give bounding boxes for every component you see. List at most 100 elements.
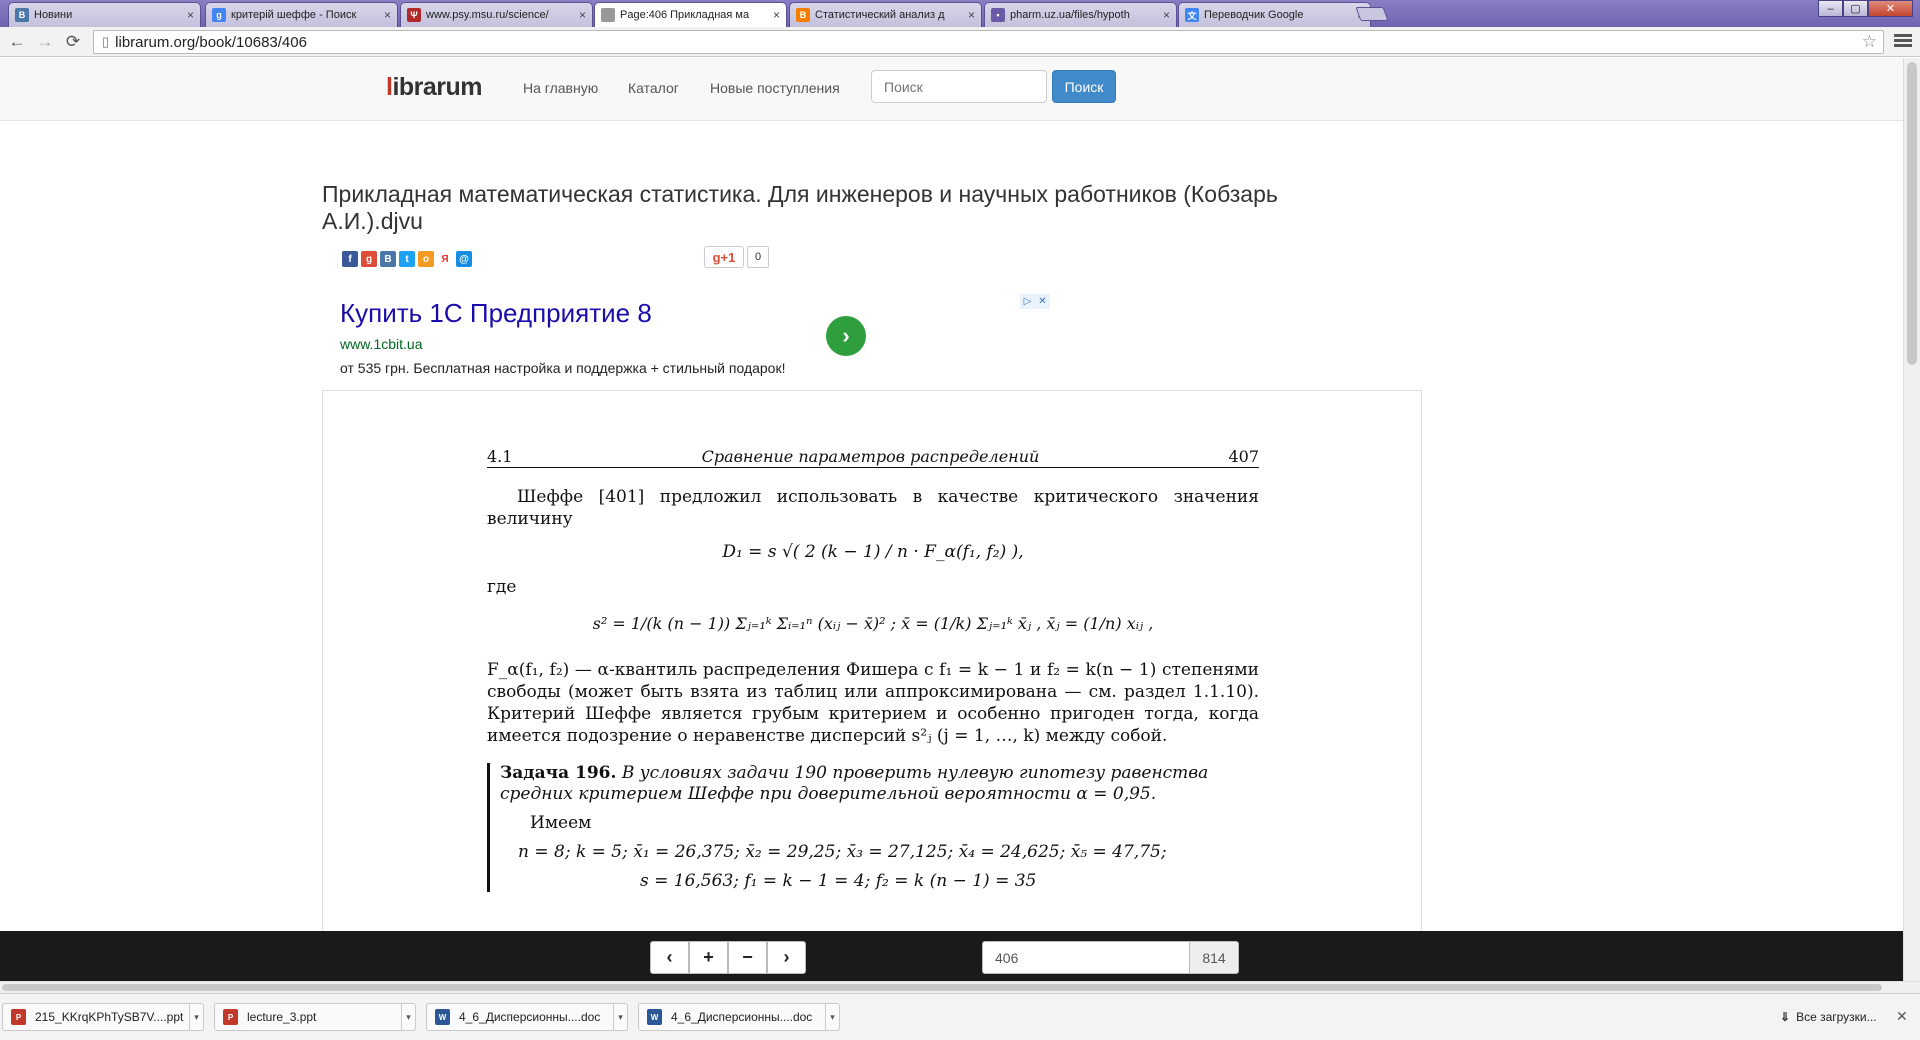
browser-tab[interactable]: 文Переводчик Google× xyxy=(1178,2,1371,27)
tab-close-icon[interactable]: × xyxy=(384,8,391,22)
prev-page-icon[interactable]: ‹ xyxy=(650,941,689,974)
vkontakte-icon[interactable]: B xyxy=(380,251,396,267)
browser-tab[interactable]: g критерій шеффе - Поиск × xyxy=(205,2,398,27)
section-number: 4.1 xyxy=(487,447,513,466)
nav-home-link[interactable]: На главную xyxy=(523,80,598,96)
mailru-icon[interactable]: @ xyxy=(456,251,472,267)
page-number-input[interactable]: 406 xyxy=(982,941,1190,974)
problem-block: Задача 196. В условиях задачи 190 провер… xyxy=(487,763,1259,892)
ad-choices-icon[interactable]: ▷ xyxy=(1020,294,1035,309)
doc-file-icon: W xyxy=(647,1009,662,1025)
document-page: 4.1 Сравнение параметров распределений 4… xyxy=(322,390,1422,981)
chevron-down-icon[interactable]: ▾ xyxy=(613,1004,627,1030)
zoom-out-icon[interactable]: − xyxy=(728,941,767,974)
doc-file-icon: W xyxy=(435,1009,450,1025)
ad-title[interactable]: Купить 1С Предприятие 8 xyxy=(340,298,652,329)
site-icon: ▪ xyxy=(991,8,1005,22)
search-input[interactable] xyxy=(871,70,1047,103)
address-url: librarum.org/book/10683/406 xyxy=(115,33,307,51)
facebook-icon[interactable]: f xyxy=(342,251,358,267)
site-navbar: librarum На главную Каталог Новые поступ… xyxy=(0,58,1903,121)
browser-tab[interactable]: В Новини × xyxy=(8,2,201,27)
tab-title: Page:406 Прикладная ма xyxy=(620,9,750,21)
ad-close-icon[interactable]: ✕ xyxy=(1035,294,1050,309)
all-downloads-link[interactable]: ⇓ Все загрузки... xyxy=(1780,1010,1877,1024)
bookmark-star-icon[interactable]: ☆ xyxy=(1862,32,1877,52)
next-page-icon[interactable]: › xyxy=(767,941,806,974)
scrollbar-thumb[interactable] xyxy=(1907,62,1917,365)
google-plus-one-button[interactable]: g+1 xyxy=(704,246,744,268)
download-item[interactable]: Plecture_3.ppt ▾ xyxy=(214,1003,416,1031)
site-logo[interactable]: librarum xyxy=(386,73,483,102)
ad-url[interactable]: www.1cbit.ua xyxy=(340,336,422,352)
google-plus-icon[interactable]: g xyxy=(361,251,377,267)
new-tab-button[interactable] xyxy=(1355,7,1389,21)
downloads-shelf: P 215_KKrqKPhTySB7V....ppt ▾ Plecture_3.ppt… xyxy=(0,993,1920,1040)
page-number: 407 xyxy=(1228,447,1259,466)
paragraph: где xyxy=(487,577,517,597)
download-filename: lecture_3.ppt xyxy=(247,1010,317,1024)
formula: D₁ = s √( 2 (k − 1) / n · F_α(f₁, f₂) ), xyxy=(722,542,1024,562)
page-scan: 4.1 Сравнение параметров распределений 4… xyxy=(487,447,1259,892)
menu-icon[interactable] xyxy=(1894,32,1912,50)
google-icon: g xyxy=(212,8,226,22)
tab-close-icon[interactable]: × xyxy=(1163,8,1170,22)
browser-tab[interactable]: Ψwww.psy.msu.ru/science/ × xyxy=(400,2,593,27)
tab-strip: В Новини × g критерій шеффе - Поиск × Ψwww.psy… xyxy=(0,0,1920,27)
address-bar[interactable]: ▯ librarum.org/book/10683/406 ☆ xyxy=(93,30,1884,54)
tab-close-icon[interactable]: × xyxy=(773,8,780,22)
horizontal-scrollbar[interactable] xyxy=(0,981,1920,993)
google-plus-count: 0 xyxy=(747,246,769,268)
share-icons: f g Bt o Я @ xyxy=(342,251,472,267)
paragraph: Имеем xyxy=(530,813,592,833)
chevron-down-icon[interactable]: ▾ xyxy=(189,1004,203,1030)
close-icon[interactable]: ✕ xyxy=(1896,1008,1908,1025)
forward-icon[interactable]: → xyxy=(34,31,56,53)
minimize-button[interactable]: – xyxy=(1818,0,1843,17)
download-filename: 4_6_Дисперсионны....doc xyxy=(671,1010,813,1024)
chevron-down-icon[interactable]: ▾ xyxy=(825,1004,839,1030)
browser-tab[interactable]: B Статистический анализ д × xyxy=(789,2,982,27)
ppt-file-icon: P xyxy=(11,1009,26,1025)
advertisement[interactable]: Купить 1С Предприятие 8 www.1cbit.ua от … xyxy=(322,294,1050,384)
viewer-controls: ‹ + − › 406 814 xyxy=(0,931,1903,981)
reload-icon[interactable]: ⟳ xyxy=(62,31,84,53)
paragraph: F_α(f₁, f₂) — α-квантиль распределения Ф… xyxy=(487,660,1259,746)
tab-title: критерій шеффе - Поиск xyxy=(231,9,357,21)
scrollbar-thumb[interactable] xyxy=(2,984,1882,991)
tab-close-icon[interactable]: × xyxy=(187,8,194,22)
browser-toolbar: ← → ⟳ ▯ librarum.org/book/10683/406 ☆ xyxy=(0,27,1920,57)
ad-choices[interactable]: ▷ ✕ xyxy=(1020,294,1050,309)
tab-close-icon[interactable]: × xyxy=(579,8,586,22)
chevron-down-icon[interactable]: ▾ xyxy=(401,1004,415,1030)
browser-tab[interactable]: Page:406 Прикладная ма × xyxy=(594,2,787,27)
ad-arrow-icon[interactable]: › xyxy=(826,316,866,356)
tab-close-icon[interactable]: × xyxy=(968,8,975,22)
download-filename: 215_KKrqKPhTySB7V....ppt xyxy=(35,1010,184,1024)
twitter-icon[interactable]: t xyxy=(399,251,415,267)
back-icon[interactable]: ← xyxy=(6,31,28,53)
download-item[interactable]: W 4_6_Дисперсионны....doc ▾ xyxy=(638,1003,840,1031)
download-icon: ⇓ xyxy=(1780,1010,1791,1024)
running-title: Сравнение параметров распределений xyxy=(701,447,1040,466)
nav-catalog-link[interactable]: Каталог xyxy=(628,80,679,96)
tab-title: Новини xyxy=(34,9,73,21)
tab-title: Статистический анализ д xyxy=(815,9,945,21)
vk-icon: В xyxy=(15,8,29,22)
vertical-scrollbar[interactable] xyxy=(1903,58,1920,981)
odnoklassniki-icon[interactable]: o xyxy=(418,251,434,267)
search-button[interactable]: Поиск xyxy=(1052,70,1116,103)
tab-title: pharm.uz.ua/files/hypoth xyxy=(1010,9,1130,21)
blogger-icon: B xyxy=(796,8,810,22)
formula: s² = 1/(k (n − 1)) Σⱼ₌₁ᵏ Σᵢ₌₁ⁿ (xᵢⱼ − x̄… xyxy=(592,614,1154,633)
nav-new-arrivals-link[interactable]: Новые поступления xyxy=(710,80,840,96)
close-window-button[interactable]: ✕ xyxy=(1868,0,1913,17)
page-icon: ▯ xyxy=(102,34,110,49)
total-pages: 814 xyxy=(1189,941,1239,974)
download-item[interactable]: P 215_KKrqKPhTySB7V....ppt ▾ xyxy=(2,1003,204,1031)
download-item[interactable]: W 4_6_Дисперсионны....doc ▾ xyxy=(426,1003,628,1031)
maximize-button[interactable]: ▢ xyxy=(1843,0,1868,17)
yandex-icon[interactable]: Я xyxy=(437,251,453,267)
zoom-in-icon[interactable]: + xyxy=(689,941,728,974)
browser-tab[interactable]: ▪ pharm.uz.ua/files/hypoth × xyxy=(984,2,1177,27)
